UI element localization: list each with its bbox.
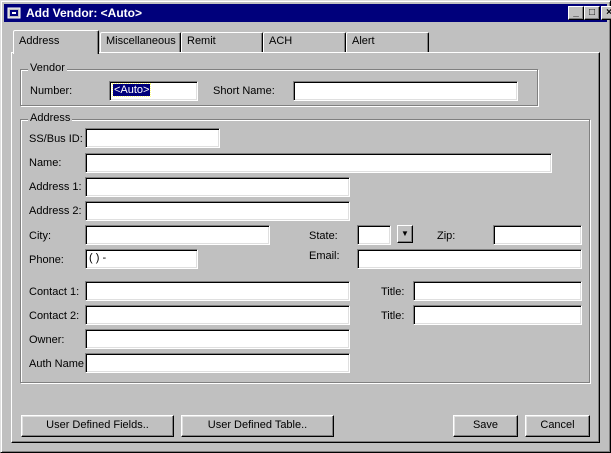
address-2-label: Address 2: [29, 205, 82, 217]
add-vendor-window: Add Vendor: <Auto> _ □ × Miscellaneous R… [0, 0, 611, 453]
owner-field[interactable] [85, 329, 350, 349]
vendor-legend: Vendor [28, 62, 67, 74]
address-legend: Address [28, 112, 73, 124]
contact-1-field[interactable] [85, 281, 350, 301]
number-value: <Auto> [111, 83, 152, 97]
minimize-button[interactable]: _ [568, 6, 584, 20]
phone-field[interactable]: ( ) - [85, 249, 198, 269]
auth-name-field[interactable] [85, 353, 350, 373]
address-1-label: Address 1: [29, 181, 82, 193]
email-label: Email: [309, 250, 340, 262]
title-2-field[interactable] [413, 305, 582, 325]
window-title: Add Vendor: <Auto> [26, 6, 143, 20]
ss-bus-id-field[interactable] [85, 128, 220, 148]
title-bar[interactable]: Add Vendor: <Auto> _ □ × [4, 4, 611, 22]
tab-address[interactable]: Address [13, 30, 99, 54]
phone-label: Phone: [29, 254, 64, 266]
number-field[interactable]: <Auto> [109, 81, 198, 101]
contact-2-label: Contact 2: [29, 310, 80, 322]
user-defined-fields-button[interactable]: User Defined Fields.. [21, 415, 174, 437]
vendor-group: Vendor Number: <Auto> Short Name: [20, 62, 538, 106]
state-dropdown-button[interactable]: ▼ [397, 225, 413, 243]
name-field[interactable] [85, 153, 552, 173]
save-button[interactable]: Save [453, 415, 518, 437]
tab-ach[interactable]: ACH [263, 32, 346, 52]
tab-panel-address: Vendor Number: <Auto> Short Name: Addres… [11, 52, 600, 443]
name-label: Name: [29, 157, 62, 169]
title-2-label: Title: [381, 310, 405, 322]
owner-label: Owner: [29, 334, 65, 346]
email-field[interactable] [357, 249, 582, 269]
short-name-field[interactable] [293, 81, 518, 101]
city-field[interactable] [85, 225, 270, 245]
short-name-label: Short Name: [213, 85, 275, 97]
cancel-button[interactable]: Cancel [525, 415, 590, 437]
tab-remit[interactable]: Remit [181, 32, 263, 52]
address-group: Address SS/Bus ID: Name: Address 1: Addr… [20, 112, 590, 383]
tab-alert[interactable]: Alert [346, 32, 429, 52]
app-icon [7, 7, 21, 19]
auth-name-label: Auth Name: [29, 358, 88, 370]
user-defined-table-button[interactable]: User Defined Table.. [181, 415, 334, 437]
address-2-field[interactable] [85, 201, 350, 221]
address-1-field[interactable] [85, 177, 350, 197]
title-1-label: Title: [381, 286, 405, 298]
maximize-button[interactable]: □ [584, 6, 600, 20]
state-label: State: [309, 230, 338, 242]
contact-2-field[interactable] [85, 305, 350, 325]
title-1-field[interactable] [413, 281, 582, 301]
city-label: City: [29, 230, 51, 242]
contact-1-label: Contact 1: [29, 286, 80, 298]
state-field[interactable] [357, 225, 391, 245]
close-button[interactable]: × [601, 6, 611, 20]
zip-field[interactable] [493, 225, 582, 245]
zip-label: Zip: [437, 230, 456, 242]
tab-miscellaneous[interactable]: Miscellaneous [100, 32, 181, 52]
chevron-down-icon: ▼ [401, 229, 409, 238]
number-label: Number: [30, 85, 73, 97]
ss-bus-id-label: SS/Bus ID: [29, 133, 83, 145]
